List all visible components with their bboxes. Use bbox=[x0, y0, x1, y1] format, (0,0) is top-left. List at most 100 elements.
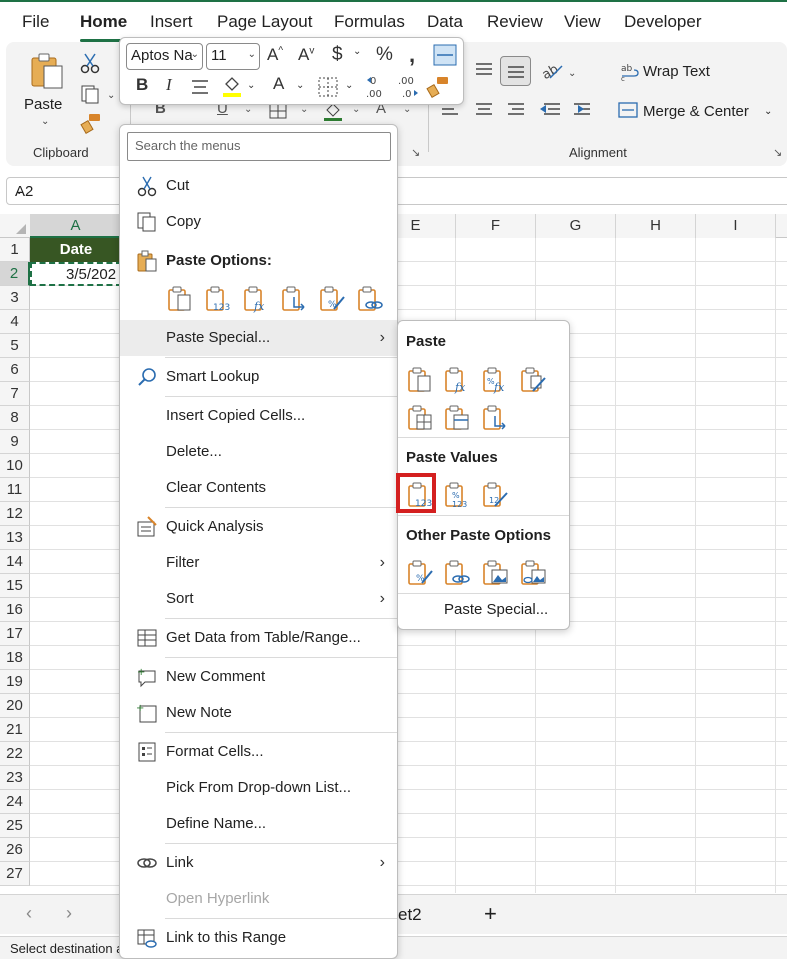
merge-center-button[interactable]: Merge & Center bbox=[643, 103, 749, 120]
font-color-icon[interactable]: A bbox=[273, 74, 284, 94]
paste-transpose-icon[interactable] bbox=[481, 404, 509, 432]
row-header[interactable]: 3 bbox=[0, 286, 30, 310]
tab-view[interactable]: View bbox=[564, 12, 601, 32]
chevron-down-icon[interactable]: ⌄ bbox=[403, 104, 411, 115]
row-header[interactable]: 15 bbox=[0, 574, 30, 598]
add-sheet-button[interactable]: + bbox=[484, 901, 497, 927]
menu-item-new-comment[interactable]: + New Comment bbox=[120, 659, 397, 695]
currency-format-icon[interactable]: $ bbox=[332, 44, 343, 66]
alignment-dialog-launcher-icon[interactable]: ↘ bbox=[773, 146, 782, 159]
format-painter-icon[interactable] bbox=[426, 75, 450, 99]
column-header-h[interactable]: H bbox=[616, 214, 696, 238]
row-header[interactable]: 24 bbox=[0, 790, 30, 814]
paste-formulas-number-format-icon[interactable]: % fx bbox=[481, 366, 509, 394]
name-box[interactable]: A2 ⌄ bbox=[6, 177, 124, 205]
menu-item-link[interactable]: Link › bbox=[120, 845, 397, 881]
paste-values-number-format-icon[interactable]: %123 bbox=[443, 481, 471, 509]
column-header-g[interactable]: G bbox=[536, 214, 616, 238]
tab-home[interactable]: Home bbox=[80, 12, 127, 32]
menu-item-delete[interactable]: Delete... bbox=[120, 434, 397, 470]
chevron-down-icon[interactable]: ⌄ bbox=[191, 49, 199, 60]
wrap-format-icon[interactable] bbox=[432, 43, 458, 67]
column-header-a[interactable]: A bbox=[30, 214, 122, 238]
decrease-font-size-icon[interactable]: Av bbox=[298, 45, 314, 65]
menu-item-sort[interactable]: Sort › bbox=[120, 581, 397, 617]
chevron-down-icon[interactable]: ⌄ bbox=[15, 186, 119, 197]
row-header[interactable]: 26 bbox=[0, 838, 30, 862]
chevron-down-icon[interactable]: ⌄ bbox=[345, 80, 353, 91]
paste-keep-column-widths-icon[interactable] bbox=[443, 404, 471, 432]
paste-link-icon[interactable] bbox=[443, 559, 471, 587]
scroll-left-icon[interactable]: ‹ bbox=[26, 903, 32, 924]
paste-transpose-icon[interactable] bbox=[280, 285, 308, 313]
row-header[interactable]: 5 bbox=[0, 334, 30, 358]
menu-item-insert-copied-cells[interactable]: Insert Copied Cells... bbox=[120, 398, 397, 434]
row-header[interactable]: 2 bbox=[0, 262, 30, 286]
font-size-combo[interactable]: 11 ⌄ bbox=[206, 43, 260, 70]
paste-icon[interactable] bbox=[166, 285, 194, 313]
borders-icon[interactable] bbox=[317, 76, 339, 98]
tab-data[interactable]: Data bbox=[427, 12, 463, 32]
merge-center-icon[interactable] bbox=[618, 100, 638, 120]
top-align-icon[interactable] bbox=[474, 62, 494, 78]
copy-icon[interactable]: ⌄ bbox=[80, 84, 116, 104]
bold-icon[interactable]: B bbox=[136, 75, 148, 95]
menu-item-filter[interactable]: Filter › bbox=[120, 545, 397, 581]
font-dialog-launcher-icon[interactable]: ↘ bbox=[411, 146, 420, 159]
fill-color-icon[interactable] bbox=[221, 74, 243, 98]
cell-a1[interactable]: Date bbox=[30, 238, 122, 262]
menu-item-get-data[interactable]: Get Data from Table/Range... bbox=[120, 620, 397, 656]
chevron-down-icon[interactable]: ⌄ bbox=[764, 106, 772, 117]
row-header[interactable]: 1 bbox=[0, 238, 30, 262]
decrease-decimal-icon[interactable]: .00 .0 bbox=[396, 74, 420, 100]
chevron-down-icon[interactable]: ⌄ bbox=[248, 49, 256, 60]
paste-values-icon[interactable]: 123 bbox=[204, 285, 232, 313]
row-header[interactable]: 23 bbox=[0, 766, 30, 790]
paste-link-icon[interactable] bbox=[356, 285, 384, 313]
tab-insert[interactable]: Insert bbox=[150, 12, 193, 32]
paste-icon[interactable] bbox=[406, 366, 434, 394]
increase-font-size-icon[interactable]: A^ bbox=[267, 45, 283, 65]
menu-item-paste-special[interactable]: Paste Special... › bbox=[120, 320, 397, 356]
comma-style-icon[interactable]: , bbox=[409, 42, 415, 68]
select-all-icon[interactable] bbox=[12, 222, 28, 236]
menu-item-smart-lookup[interactable]: Smart Lookup bbox=[120, 359, 397, 395]
paste-formatting-icon[interactable]: % bbox=[318, 285, 346, 313]
row-header[interactable]: 7 bbox=[0, 382, 30, 406]
orientation-icon[interactable]: ab ⌄ bbox=[540, 60, 578, 82]
font-name-combo[interactable]: Aptos Na ⌄ bbox=[126, 43, 203, 70]
row-header[interactable]: 13 bbox=[0, 526, 30, 550]
row-header[interactable]: 19 bbox=[0, 670, 30, 694]
paste-values-source-formatting-icon[interactable]: 12 bbox=[481, 481, 509, 509]
column-header-i[interactable]: I bbox=[696, 214, 776, 238]
submenu-paste-special-item[interactable]: Paste Special... bbox=[444, 601, 548, 618]
center-align-icon[interactable] bbox=[190, 78, 210, 96]
search-menus-input[interactable]: Search the menus bbox=[127, 132, 391, 161]
row-header[interactable]: 9 bbox=[0, 430, 30, 454]
chevron-down-icon[interactable]: ⌄ bbox=[296, 80, 304, 91]
wrap-text-button[interactable]: Wrap Text bbox=[643, 63, 710, 80]
row-header[interactable]: 10 bbox=[0, 454, 30, 478]
horizontal-align-icons[interactable] bbox=[440, 100, 590, 120]
row-header[interactable]: 20 bbox=[0, 694, 30, 718]
chevron-down-icon[interactable]: ⌄ bbox=[247, 80, 255, 91]
scroll-right-icon[interactable]: › bbox=[66, 903, 72, 924]
cell-a2[interactable]: 3/5/202 bbox=[30, 262, 122, 286]
chevron-down-icon[interactable]: ⌄ bbox=[41, 116, 49, 127]
formula-bar[interactable] bbox=[398, 177, 787, 205]
row-header[interactable]: 8 bbox=[0, 406, 30, 430]
row-header[interactable]: 27 bbox=[0, 862, 30, 886]
cut-icon[interactable] bbox=[80, 52, 100, 74]
paste-no-borders-icon[interactable] bbox=[406, 404, 434, 432]
paste-formatting-icon[interactable]: % bbox=[406, 559, 434, 587]
tab-developer[interactable]: Developer bbox=[624, 12, 702, 32]
wrap-text-icon[interactable]: ab c bbox=[620, 62, 640, 82]
menu-item-link-to-range[interactable]: Link to this Range bbox=[120, 920, 397, 956]
row-header[interactable]: 21 bbox=[0, 718, 30, 742]
row-header[interactable]: 16 bbox=[0, 598, 30, 622]
tab-page-layout[interactable]: Page Layout bbox=[217, 12, 312, 32]
row-header[interactable]: 4 bbox=[0, 310, 30, 334]
chevron-down-icon[interactable]: ⌄ bbox=[353, 46, 361, 57]
menu-item-pick-dropdown[interactable]: Pick From Drop-down List... bbox=[120, 770, 397, 806]
menu-item-define-name[interactable]: Define Name... bbox=[120, 806, 397, 842]
